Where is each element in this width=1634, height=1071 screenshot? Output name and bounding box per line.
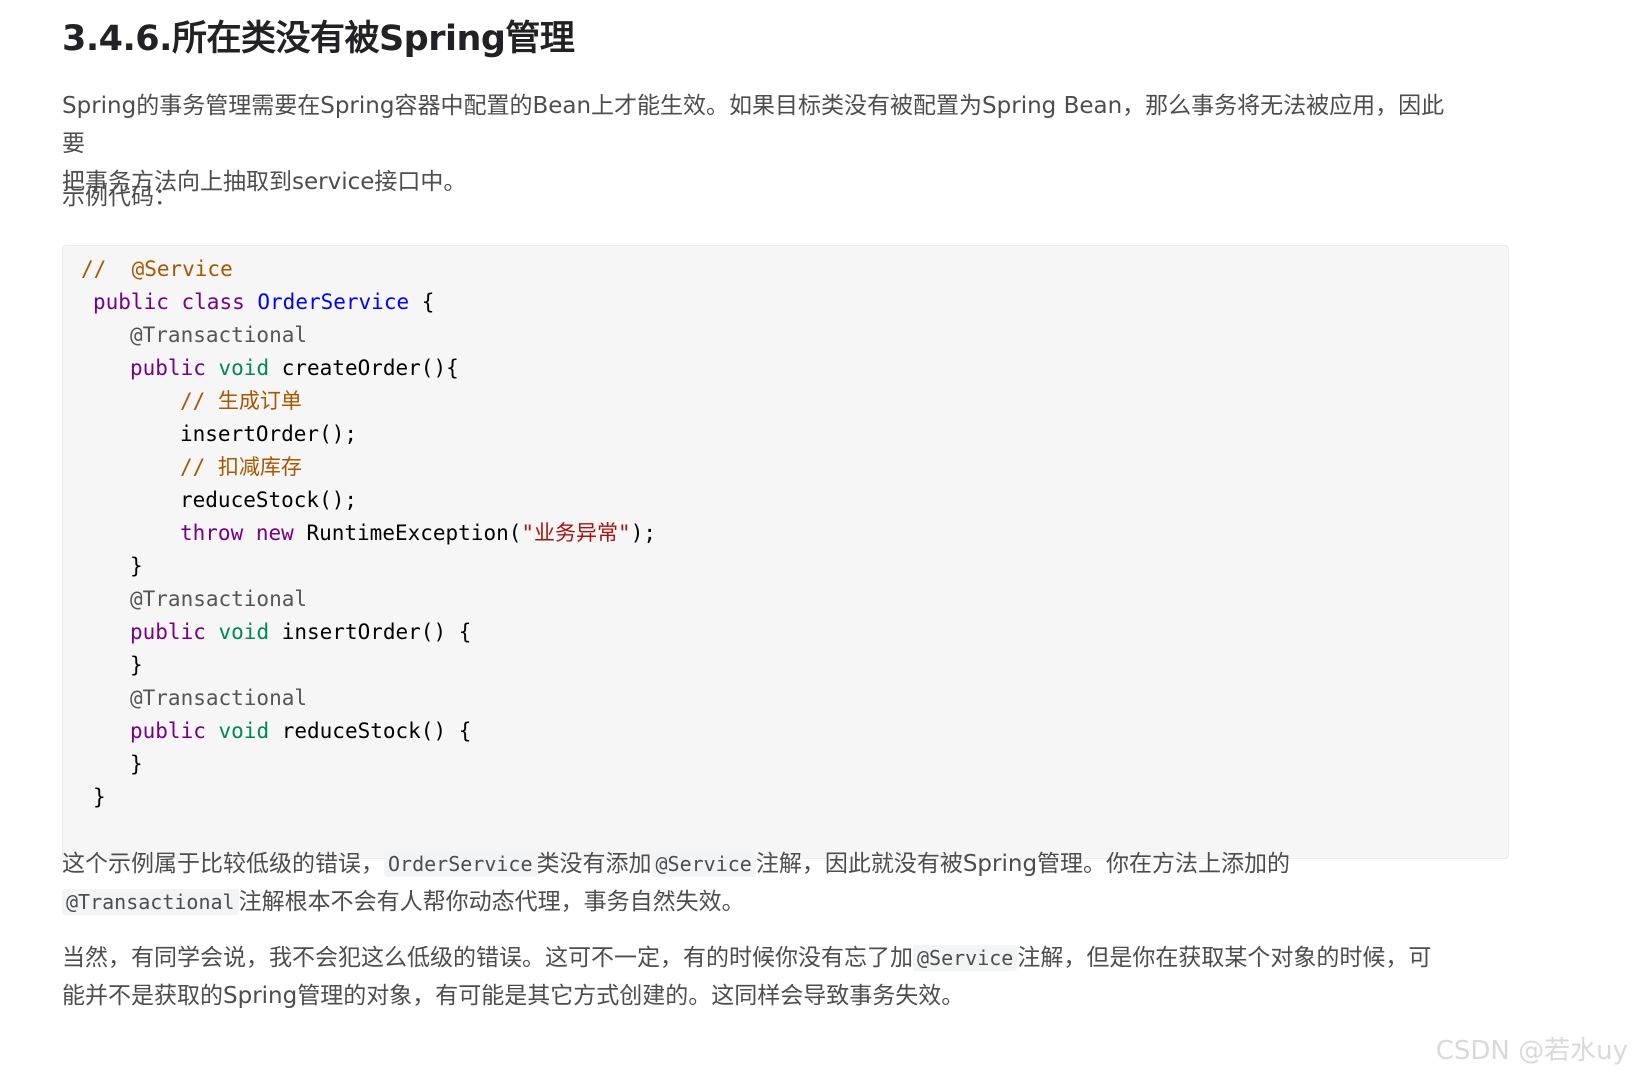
text-segment: 注解，但是你在获取某个对象的时候，可: [1017, 945, 1432, 971]
text-segment: 类没有添加: [536, 851, 652, 877]
code-text: );: [630, 521, 656, 545]
code-line: public void createOrder(){: [130, 352, 459, 385]
code-line: public void insertOrder() {: [130, 616, 471, 649]
code-text: }: [93, 785, 106, 809]
code-type: void: [218, 620, 270, 644]
code-comment: // 扣减库存: [180, 455, 302, 479]
code-keyword: public: [130, 719, 206, 743]
code-text: }: [130, 752, 143, 776]
code-line: @Transactional: [130, 682, 307, 715]
code-annotation: @Transactional: [130, 323, 308, 347]
code-comment: // @Service: [81, 257, 233, 281]
code-line: public void reduceStock() {: [130, 715, 471, 748]
inline-code: OrderService: [384, 851, 537, 877]
code-line: throw new RuntimeException("业务异常");: [180, 517, 656, 550]
code-line: }: [130, 649, 143, 682]
followup-paragraph: 当然，有同学会说，我不会犯这么低级的错误。这可不一定，有的时候你没有忘了加 @Se…: [62, 939, 1462, 1015]
code-annotation: @Transactional: [130, 686, 308, 710]
code-text: insertOrder();: [180, 422, 358, 446]
code-line: // 生成订单: [180, 385, 302, 418]
code-text: {: [409, 290, 435, 314]
code-block[interactable]: // @Service public class OrderService { …: [62, 245, 1509, 859]
code-line: // @Service: [81, 253, 233, 286]
text-segment: 能并不是获取的Spring管理的对象，有可能是其它方式创建的。这同样会导致事务失…: [62, 983, 965, 1009]
code-line: reduceStock();: [180, 484, 357, 517]
code-annotation: @Transactional: [130, 587, 308, 611]
code-line: // 扣减库存: [180, 451, 302, 484]
code-line: public class OrderService {: [93, 286, 434, 319]
example-label: 示例代码：: [62, 184, 177, 210]
text-segment: 这个示例属于比较低级的错误，: [62, 851, 384, 877]
code-comment: // 生成订单: [180, 389, 302, 413]
explanation-paragraph: 这个示例属于比较低级的错误， OrderService 类没有添加 @Service 注…: [62, 845, 1462, 921]
text-segment: 注解根本不会有人帮你动态代理，事务自然失效。: [238, 889, 745, 915]
code-text: RuntimeException(: [293, 521, 522, 545]
section-heading: 3.4.6.所在类没有被Spring管理: [62, 19, 575, 59]
csdn-watermark: CSDN @若水uy: [1435, 1036, 1628, 1066]
code-type: void: [218, 719, 270, 743]
code-text: createOrder(){: [269, 356, 459, 380]
code-line: }: [130, 748, 143, 781]
code-type: void: [218, 356, 270, 380]
text-segment: 注解，因此就没有被Spring管理。你在方法上添加的: [755, 851, 1291, 877]
code-text: }: [130, 653, 143, 677]
code-string: "业务异常": [521, 521, 631, 545]
code-line: @Transactional: [130, 319, 307, 352]
code-line: }: [130, 550, 143, 583]
code-keyword: public: [130, 356, 206, 380]
code-keyword: public: [130, 620, 206, 644]
code-keyword: new: [255, 521, 294, 545]
code-text: insertOrder() {: [269, 620, 472, 644]
inline-code: @Service: [651, 851, 756, 877]
code-line: insertOrder();: [180, 418, 357, 451]
code-line: }: [93, 781, 106, 814]
code-keyword: class: [181, 290, 245, 314]
code-line: @Transactional: [130, 583, 307, 616]
code-text: reduceStock() {: [269, 719, 472, 743]
intro-line-1: Spring的事务管理需要在Spring容器中配置的Bean上才能生效。如果目标…: [62, 93, 1445, 157]
code-keyword: throw: [180, 521, 244, 545]
inline-code: @Service: [913, 945, 1018, 971]
text-segment: 当然，有同学会说，我不会犯这么低级的错误。这可不一定，有的时候你没有忘了加: [62, 945, 913, 971]
code-text: reduceStock();: [180, 488, 358, 512]
code-text: }: [130, 554, 143, 578]
code-keyword: public: [93, 290, 169, 314]
code-class-name: OrderService: [257, 290, 410, 314]
inline-code: @Transactional: [62, 889, 239, 915]
